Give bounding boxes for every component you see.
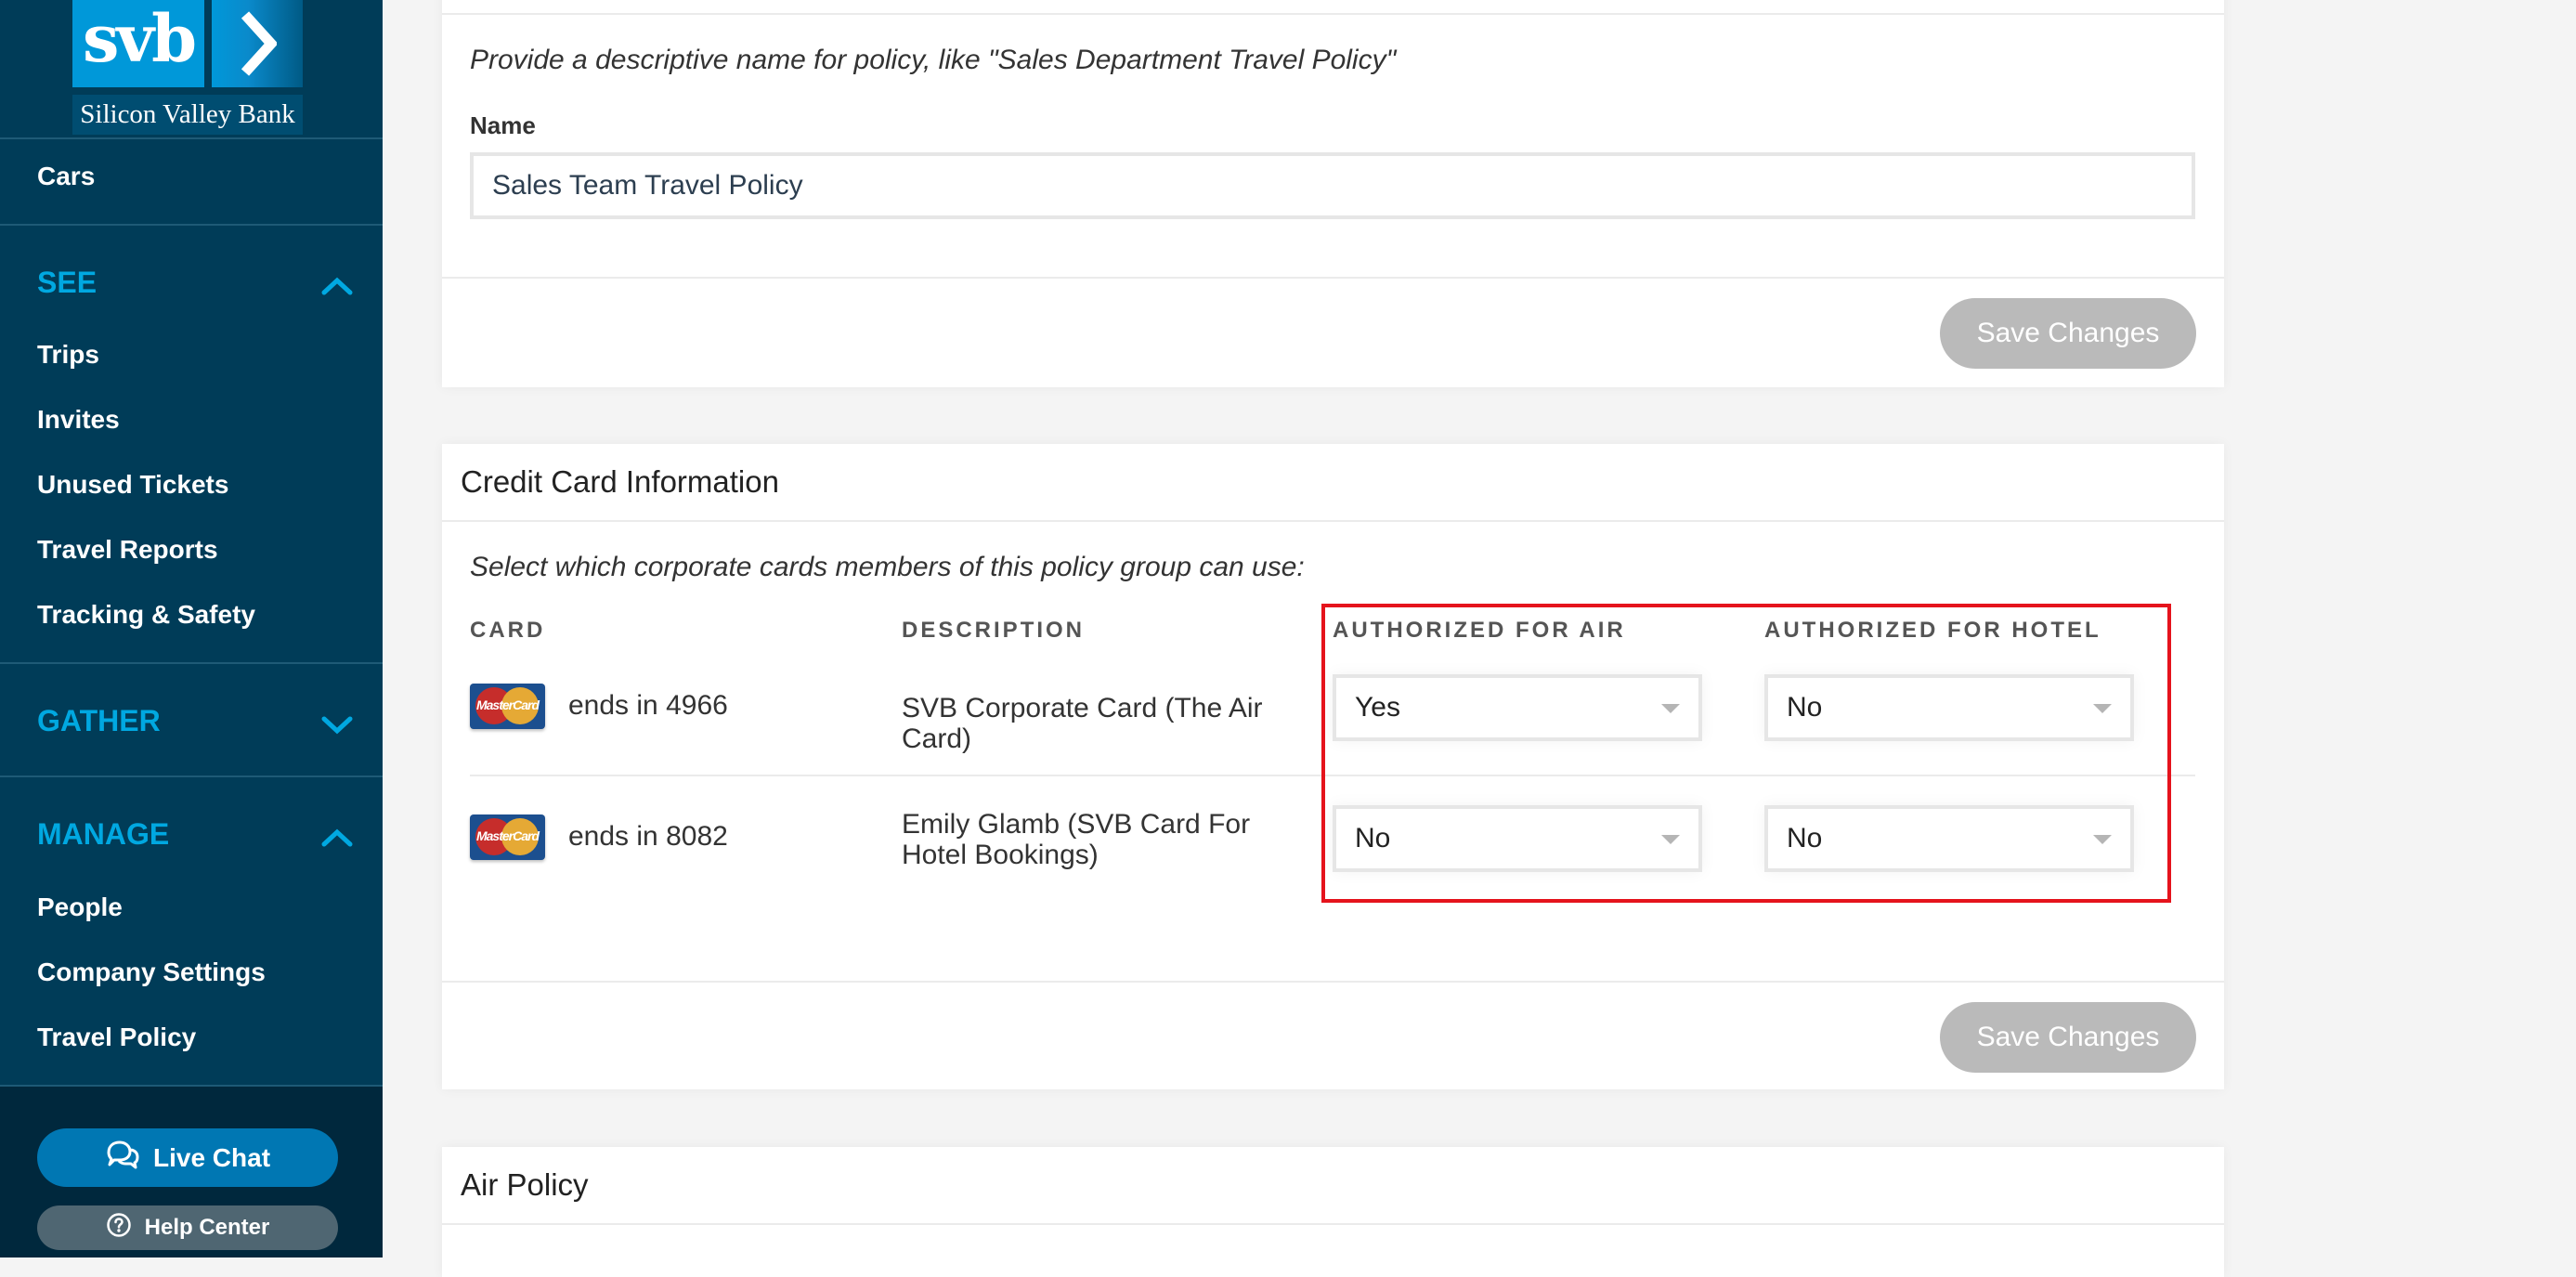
- column-header-card: CARD: [470, 618, 546, 643]
- card-title: Credit Card Information: [461, 464, 779, 499]
- card-divider: [442, 13, 2224, 15]
- column-header-description: DESCRIPTION: [902, 618, 1086, 643]
- sidebar: svb Silicon Valley Bank Cars SEE Trips I…: [0, 0, 383, 1257]
- dropdown-caret-icon: [2093, 835, 2112, 844]
- card-title: Air Policy: [461, 1167, 589, 1202]
- card-select-hint: Select which corporate cards members of …: [470, 552, 1305, 582]
- name-label: Name: [470, 111, 536, 139]
- credit-card-info-card: Credit Card Information Select which cor…: [442, 444, 2224, 1089]
- card-divider: [442, 981, 2224, 983]
- authorized-hotel-select[interactable]: No: [1764, 674, 2134, 741]
- sidebar-item-trips[interactable]: Trips: [37, 340, 99, 370]
- sidebar-divider: [0, 775, 383, 777]
- sidebar-section-gather[interactable]: GATHER: [37, 704, 353, 738]
- authorized-air-select[interactable]: Yes: [1333, 674, 1702, 741]
- sidebar-divider: [0, 662, 383, 664]
- select-value: No: [1355, 823, 1391, 854]
- select-value: Yes: [1355, 692, 1400, 723]
- sidebar-item-cars[interactable]: Cars: [37, 162, 95, 191]
- logo-bank-name: Silicon Valley Bank: [72, 95, 303, 135]
- mastercard-icon: MasterCard: [470, 684, 545, 729]
- help-center-label: Help Center: [144, 1215, 270, 1240]
- column-header-authorized-hotel: AUTHORIZED FOR HOTEL: [1764, 618, 2101, 643]
- row-divider: [470, 775, 2195, 776]
- sidebar-section-see[interactable]: SEE: [37, 266, 353, 300]
- policy-name-card: Provide a descriptive name for policy, l…: [442, 0, 2224, 387]
- authorized-hotel-select[interactable]: No: [1764, 805, 2134, 872]
- live-chat-button[interactable]: Live Chat: [37, 1128, 338, 1187]
- chevron-up-icon[interactable]: [321, 821, 353, 855]
- sidebar-item-invites[interactable]: Invites: [37, 405, 120, 435]
- sidebar-item-company-settings[interactable]: Company Settings: [37, 958, 266, 987]
- card-divider: [442, 277, 2224, 279]
- policy-name-input[interactable]: [470, 152, 2195, 219]
- sidebar-section-manage[interactable]: MANAGE: [37, 817, 353, 852]
- card-ending: ends in 4966: [568, 690, 728, 721]
- sidebar-item-unused-tickets[interactable]: Unused Tickets: [37, 470, 228, 500]
- sidebar-divider: [0, 137, 383, 139]
- select-value: No: [1787, 692, 1823, 723]
- section-label: GATHER: [37, 704, 161, 737]
- card-divider: [442, 520, 2224, 522]
- help-center-button[interactable]: Help Center: [37, 1205, 338, 1250]
- card-divider: [442, 1223, 2224, 1225]
- air-policy-card: Air Policy: [442, 1147, 2224, 1277]
- sidebar-support: Live Chat Help Center: [0, 1085, 383, 1257]
- svb-logo[interactable]: svb Silicon Valley Bank: [72, 0, 303, 135]
- sidebar-item-travel-reports[interactable]: Travel Reports: [37, 535, 218, 565]
- live-chat-label: Live Chat: [152, 1142, 271, 1172]
- card-description: Emily Glamb (SVB Card For Hotel Bookings…: [902, 809, 1251, 870]
- mastercard-icon: MasterCard: [470, 814, 545, 860]
- save-changes-button[interactable]: Save Changes: [1940, 298, 2196, 369]
- sidebar-divider: [0, 1085, 383, 1087]
- logo-svb-text: svb: [72, 0, 204, 87]
- card-description: SVB Corporate Card (The Air Card): [902, 693, 1263, 754]
- sidebar-item-people[interactable]: People: [37, 893, 123, 922]
- sidebar-item-tracking-safety[interactable]: Tracking & Safety: [37, 600, 255, 630]
- dropdown-caret-icon: [1661, 835, 1680, 844]
- authorized-air-select[interactable]: No: [1333, 805, 1702, 872]
- dropdown-caret-icon: [2093, 704, 2112, 713]
- section-label: SEE: [37, 266, 98, 299]
- sidebar-divider: [0, 224, 383, 226]
- column-header-authorized-air: AUTHORIZED FOR AIR: [1333, 618, 1626, 643]
- policy-name-hint: Provide a descriptive name for policy, l…: [470, 45, 1397, 75]
- chevron-down-icon[interactable]: [321, 708, 353, 742]
- chat-bubbles-icon: [105, 1140, 140, 1176]
- section-label: MANAGE: [37, 817, 170, 851]
- card-ending: ends in 8082: [568, 821, 728, 852]
- chevron-up-icon[interactable]: [321, 269, 353, 304]
- save-changes-button[interactable]: Save Changes: [1940, 1002, 2196, 1073]
- select-value: No: [1787, 823, 1823, 854]
- sidebar-item-travel-policy[interactable]: Travel Policy: [37, 1023, 196, 1052]
- logo-chevron-icon: [212, 0, 303, 87]
- dropdown-caret-icon: [1661, 704, 1680, 713]
- question-circle-icon: [106, 1212, 132, 1244]
